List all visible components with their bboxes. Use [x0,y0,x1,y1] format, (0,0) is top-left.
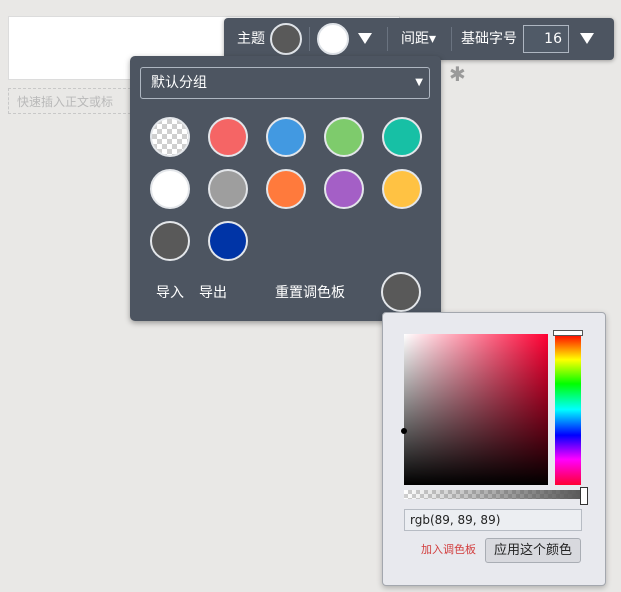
swatch-dark-gray[interactable] [150,221,190,261]
apply-color-button[interactable]: 应用这个颜色 [485,538,581,563]
add-to-palette-link[interactable]: 加入调色板 [421,543,476,557]
swatch-gray[interactable] [208,169,248,209]
swatch-green[interactable] [324,117,364,157]
base-font-size-input[interactable] [523,25,569,53]
toolbar-divider [387,27,388,51]
swatch-transparent[interactable] [150,117,190,157]
toolbar-divider [309,27,310,51]
hue-slider-handle[interactable] [553,330,583,336]
swatch-teal[interactable] [382,117,422,157]
saturation-cursor[interactable] [401,428,407,434]
base-font-size-label: 基础字号 [461,31,517,47]
spacing-dropdown[interactable]: 间距▾ [401,18,436,60]
theme-color-button[interactable] [270,23,302,55]
chevron-down-icon: ▼ [415,77,423,88]
swatch-blue[interactable] [266,117,306,157]
import-palette-link[interactable]: 导入 [156,282,184,302]
palette-group-select[interactable]: 默认分组 ▼ [140,67,430,99]
palette-popup: 默认分组 ▼ 导入 导出 重置调色板 [130,56,441,321]
text-color-dropdown-icon[interactable] [358,33,372,44]
swatch-red[interactable] [208,117,248,157]
swatch-white[interactable] [150,169,190,209]
current-color-swatch[interactable] [381,272,421,312]
swatch-orange[interactable] [266,169,306,209]
gear-icon[interactable]: ✱ [449,64,466,84]
color-picker: rgb(89, 89, 89) 加入调色板 应用这个颜色 [382,312,606,586]
theme-label: 主题 [237,31,265,47]
reset-palette-link[interactable]: 重置调色板 [275,282,345,302]
format-toolbar: 主题 间距▾ 基础字号 [224,18,614,60]
swatch-purple[interactable] [324,169,364,209]
saturation-value-area[interactable] [401,334,548,485]
text-color-button[interactable] [317,23,349,55]
swatch-navy[interactable] [208,221,248,261]
toolbar-divider [451,27,452,51]
hue-slider[interactable] [555,334,581,485]
color-value-input[interactable]: rgb(89, 89, 89) [404,509,582,531]
font-size-dropdown-icon[interactable] [580,33,594,44]
export-palette-link[interactable]: 导出 [199,282,227,302]
alpha-slider[interactable] [404,490,582,499]
swatch-yellow[interactable] [382,169,422,209]
alpha-slider-handle[interactable] [580,487,588,505]
palette-group-label: 默认分组 [151,75,207,91]
